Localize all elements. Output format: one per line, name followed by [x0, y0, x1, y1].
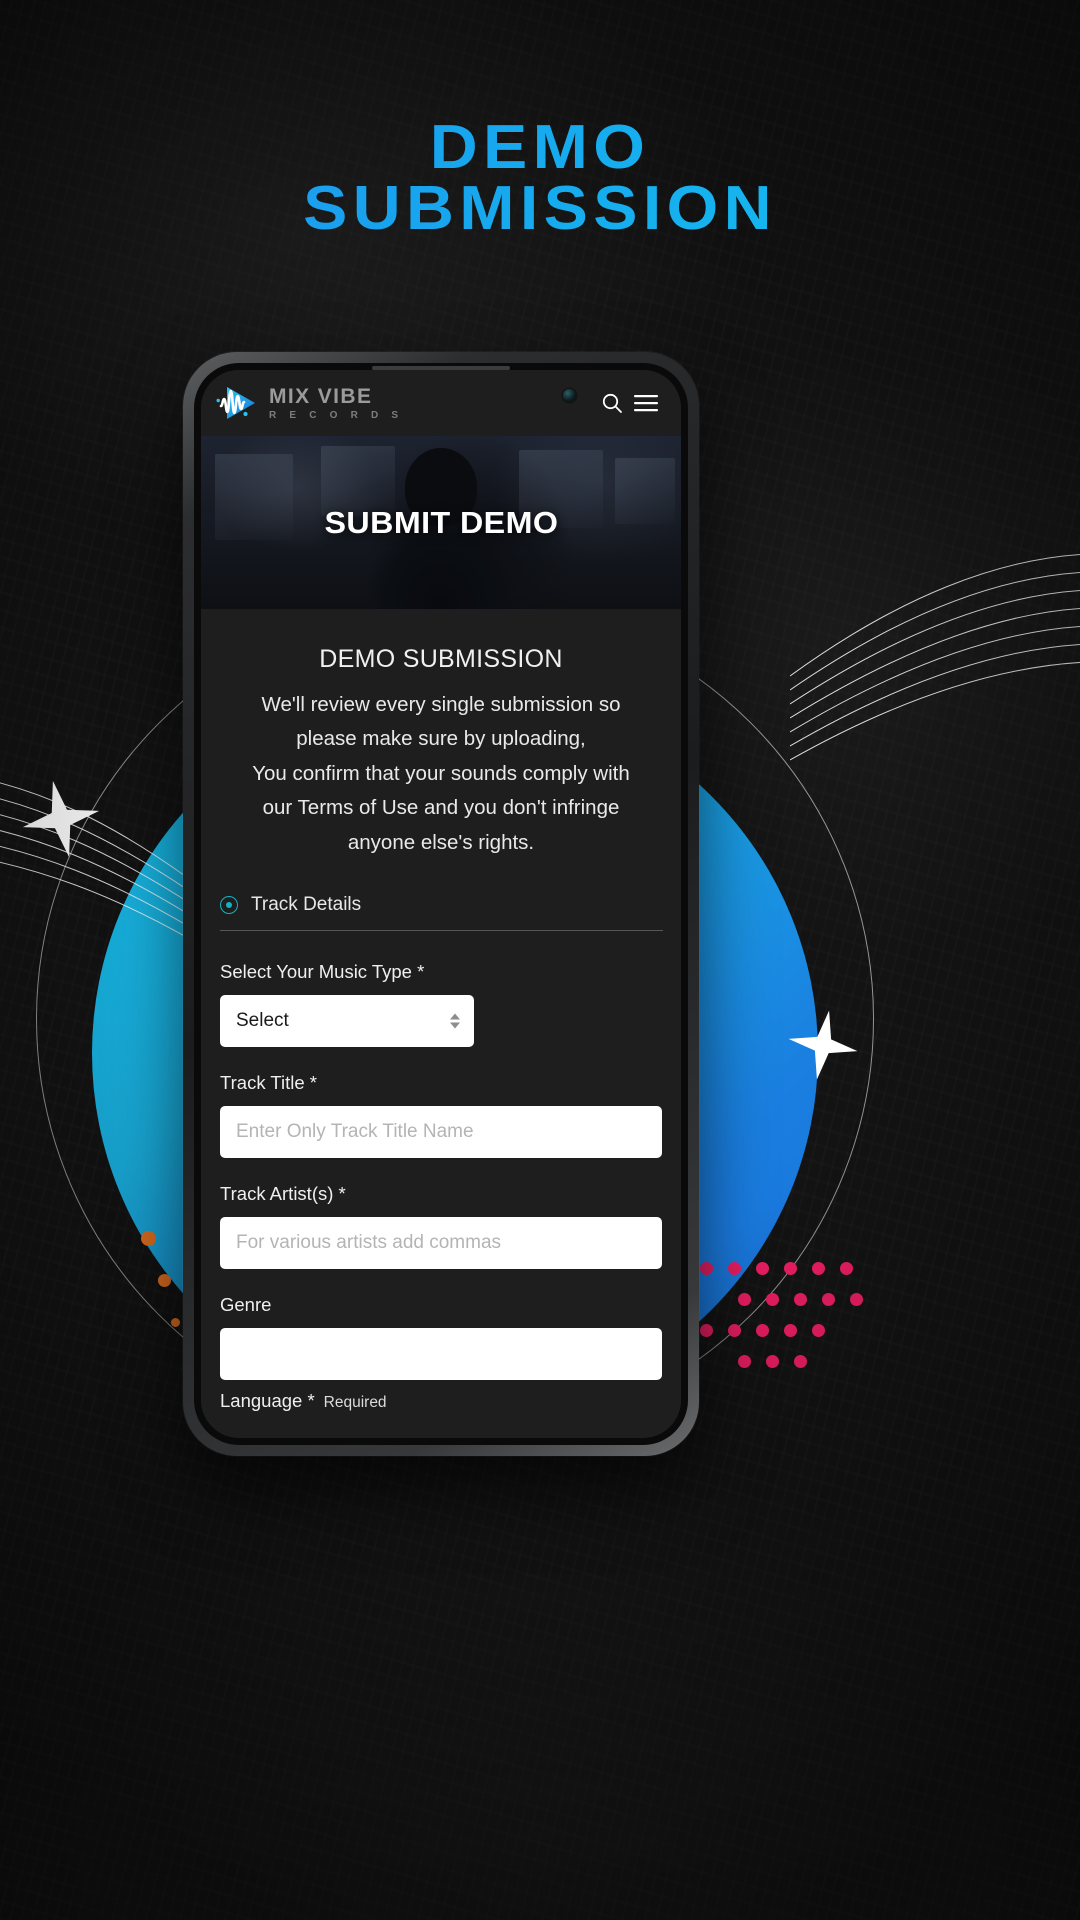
field-track-artists: Track Artist(s) *	[220, 1183, 662, 1270]
field-genre: Genre	[220, 1294, 662, 1381]
earpiece-speaker	[372, 366, 510, 370]
field-music-type: Select Your Music Type *	[220, 961, 662, 1048]
demo-submission-form: Select Your Music Type * Track Title *	[201, 931, 681, 1381]
music-type-select-wrapper[interactable]	[220, 995, 474, 1048]
brand-subtitle: R E C O R D S	[269, 409, 404, 421]
search-icon	[602, 393, 622, 413]
track-artists-label: Track Artist(s) *	[220, 1183, 346, 1205]
music-type-label: Select Your Music Type *	[220, 961, 425, 983]
track-title-input[interactable]	[220, 1106, 662, 1159]
track-title-label: Track Title *	[220, 1072, 317, 1094]
track-artists-input[interactable]	[220, 1217, 662, 1270]
intro-line-2: please make sure by uploading,	[296, 727, 586, 751]
mix-vibe-play-waveform-icon	[215, 382, 259, 424]
menu-button[interactable]	[629, 386, 663, 420]
radio-selected-icon	[220, 896, 238, 915]
brand-name: MIX VIBE	[269, 384, 373, 408]
app-header: MIX VIBE R E C O R D S	[201, 370, 681, 436]
language-required-note: Required	[323, 1394, 387, 1412]
hero-banner: SUBMIT DEMO	[201, 436, 681, 609]
poster-title-line-2: SUBMISSION	[303, 173, 777, 243]
intro-line-5: anyone else's rights.	[347, 830, 535, 854]
intro-line-3: You confirm that your sounds comply with	[252, 761, 630, 785]
hero-title: SUBMIT DEMO	[324, 504, 558, 540]
phone-mockup: MIX VIBE R E C O R D S SUBMIT DEMO DEMO …	[183, 352, 699, 1456]
page-heading: DEMO SUBMISSION	[319, 645, 563, 673]
track-details-label: Track Details	[251, 894, 362, 916]
poster-title-line-1: DEMO	[429, 113, 651, 182]
hero-monitor	[615, 458, 675, 524]
track-details-section-header: Track Details	[220, 894, 663, 932]
genre-input[interactable]	[220, 1328, 662, 1381]
poster-title: DEMO SUBMISSION	[0, 118, 1080, 240]
phone-bezel: MIX VIBE R E C O R D S SUBMIT DEMO DEMO …	[194, 363, 688, 1445]
intro-line-4: our Terms of Use and you don't infringe	[262, 796, 620, 820]
field-language: Language * Required	[201, 1390, 681, 1412]
page-content: DEMO SUBMISSION We'll review every singl…	[201, 645, 681, 1413]
brand-logo[interactable]: MIX VIBE R E C O R D S	[215, 382, 403, 424]
language-label: Language *	[220, 1390, 315, 1412]
field-track-title: Track Title *	[220, 1072, 662, 1159]
search-button[interactable]	[595, 386, 629, 420]
music-type-select[interactable]	[220, 995, 474, 1048]
intro-line-1: We'll review every single submission so	[261, 693, 621, 716]
genre-label: Genre	[220, 1294, 272, 1316]
front-camera	[563, 389, 576, 402]
intro-paragraph: We'll review every single submission so …	[227, 688, 655, 860]
phone-screen: MIX VIBE R E C O R D S SUBMIT DEMO DEMO …	[201, 370, 681, 1438]
brand-logo-text: MIX VIBE R E C O R D S	[269, 386, 403, 421]
hero-monitor	[215, 454, 293, 540]
hamburger-menu-icon	[634, 395, 658, 412]
